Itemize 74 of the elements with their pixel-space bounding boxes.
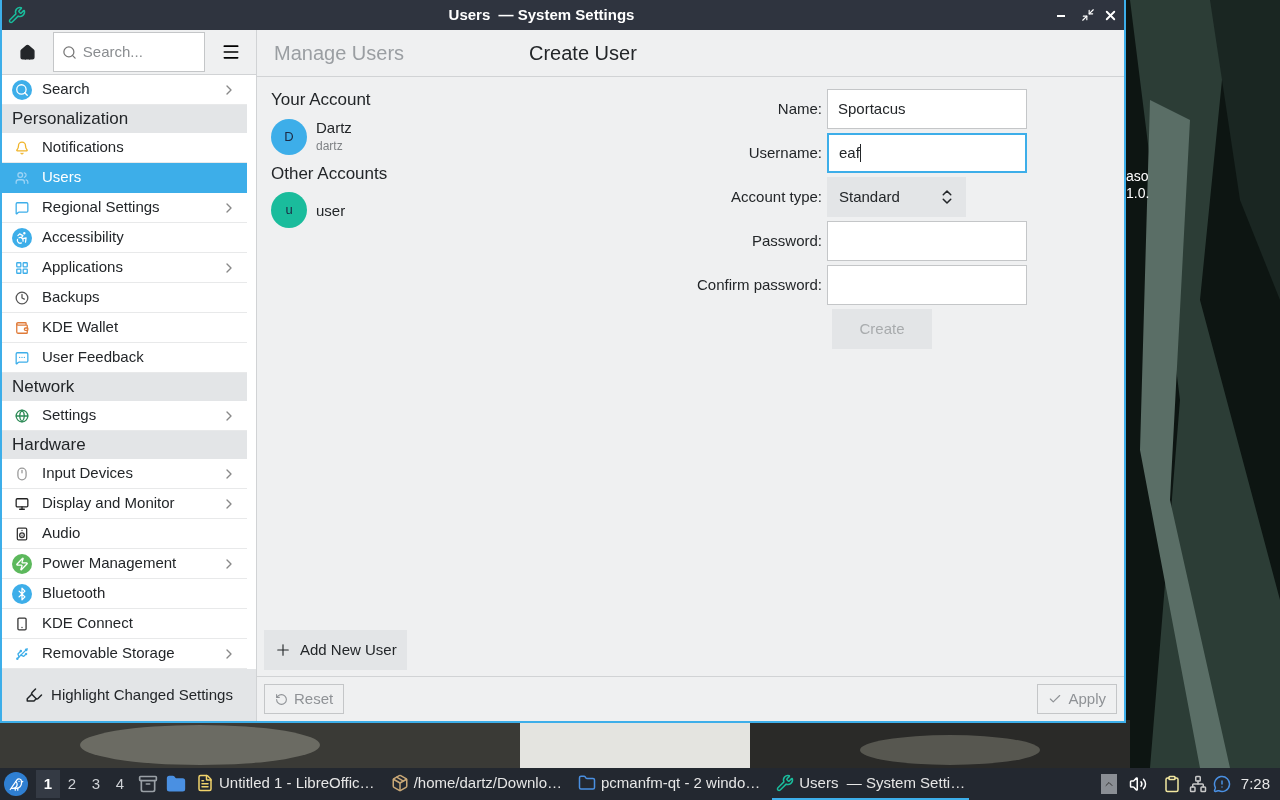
sidebar-item[interactable]: Display and Monitor	[2, 489, 247, 519]
task-button[interactable]: pcmanfm-qt - 2 windo…	[574, 768, 765, 800]
section-heading: Your Account	[271, 89, 372, 111]
highlight-changes-button[interactable]: Highlight Changed Settings	[2, 669, 256, 721]
task-icon	[776, 774, 795, 792]
clipboard-icon[interactable]	[1162, 775, 1181, 793]
field-label: Confirm password:	[695, 274, 823, 295]
field-label: Password:	[750, 230, 823, 251]
network-icon[interactable]	[1188, 775, 1207, 793]
page-title: Create User	[529, 41, 637, 66]
field-label: Username:	[747, 142, 823, 163]
sidebar-item[interactable]: Accessibility	[2, 223, 247, 253]
add-user-button[interactable]: Add New User	[264, 630, 407, 670]
section-header: Hardware	[2, 431, 247, 459]
workspace-button[interactable]: 1	[36, 770, 60, 798]
user-name: user	[316, 200, 346, 220]
task-icon	[390, 774, 409, 792]
task-button[interactable]: Untitled 1 - LibreOffic…	[192, 768, 379, 800]
user-name: Dartz	[316, 118, 352, 137]
sidebar-item[interactable]: Backups	[2, 283, 247, 313]
password-field[interactable]	[827, 265, 1027, 305]
task-button[interactable]: Users — System Setti…	[772, 768, 970, 800]
desktop-icon-label: aso	[1126, 168, 1150, 185]
sidebar-item[interactable]: Power Management	[2, 549, 247, 579]
sidebar-item[interactable]: Audio	[2, 519, 247, 549]
plus-icon	[274, 641, 292, 659]
notification-icon[interactable]	[1212, 775, 1231, 793]
window-title: Users — System Settings	[447, 4, 636, 25]
task-button[interactable]: /home/dartz/Downlo…	[386, 768, 567, 800]
bluetooth-icon	[12, 583, 32, 604]
accessibility-icon	[12, 227, 32, 248]
field-label: Account type:	[730, 186, 823, 207]
sidebar-item[interactable]: Input Devices	[2, 459, 247, 489]
volume-icon[interactable]	[1128, 775, 1147, 793]
account-type-select[interactable]: Standard	[827, 177, 966, 217]
user-login: dartz	[316, 138, 344, 155]
home-icon	[18, 43, 36, 61]
restore-button[interactable]	[1081, 8, 1095, 22]
task-icon	[578, 774, 597, 792]
sidebar-item[interactable]: KDE Connect	[2, 609, 247, 639]
sidebar-item[interactable]: Regional Settings	[2, 193, 247, 223]
user-list-item[interactable]: u user	[271, 190, 507, 230]
file-cabinet-icon[interactable]	[138, 774, 158, 794]
lightning-icon	[12, 553, 32, 574]
text-field[interactable]: Sportacus	[827, 89, 1027, 129]
user-avatar: D	[271, 118, 307, 155]
bird-icon	[8, 776, 24, 792]
tray-expand-button[interactable]	[1100, 774, 1117, 794]
sidebar-item[interactable]: Bluetooth	[2, 579, 247, 609]
user-list-item[interactable]: D Dartz dartz	[271, 116, 507, 157]
workspace-button[interactable]: 2	[60, 770, 84, 798]
start-menu-button[interactable]	[4, 772, 28, 796]
section-heading: Other Accounts	[271, 162, 389, 185]
task-icon	[196, 774, 214, 792]
text-cursor	[859, 144, 861, 162]
app-icon	[8, 6, 26, 24]
section-header: Network	[2, 373, 247, 401]
user-avatar: u	[271, 192, 307, 228]
undo-icon	[275, 692, 288, 706]
section-header: Personalization	[2, 105, 247, 133]
workspace-button[interactable]: 3	[84, 770, 108, 798]
text-field[interactable]: eaf	[827, 133, 1027, 173]
folder-icon[interactable]	[166, 774, 186, 794]
sidebar-item[interactable]: Applications	[2, 253, 247, 283]
workspace-button[interactable]: 4	[108, 770, 132, 798]
password-field[interactable]	[827, 221, 1027, 261]
clock[interactable]: 7:28	[1240, 772, 1270, 796]
check-icon	[1048, 692, 1063, 706]
marker-icon	[25, 686, 44, 704]
field-label: Name:	[776, 98, 823, 119]
desktop-icon-label: 1.0.	[1126, 185, 1150, 202]
sidebar-item[interactable]: KDE Wallet	[2, 313, 247, 343]
search-icon	[61, 44, 77, 60]
search-icon	[12, 79, 32, 100]
